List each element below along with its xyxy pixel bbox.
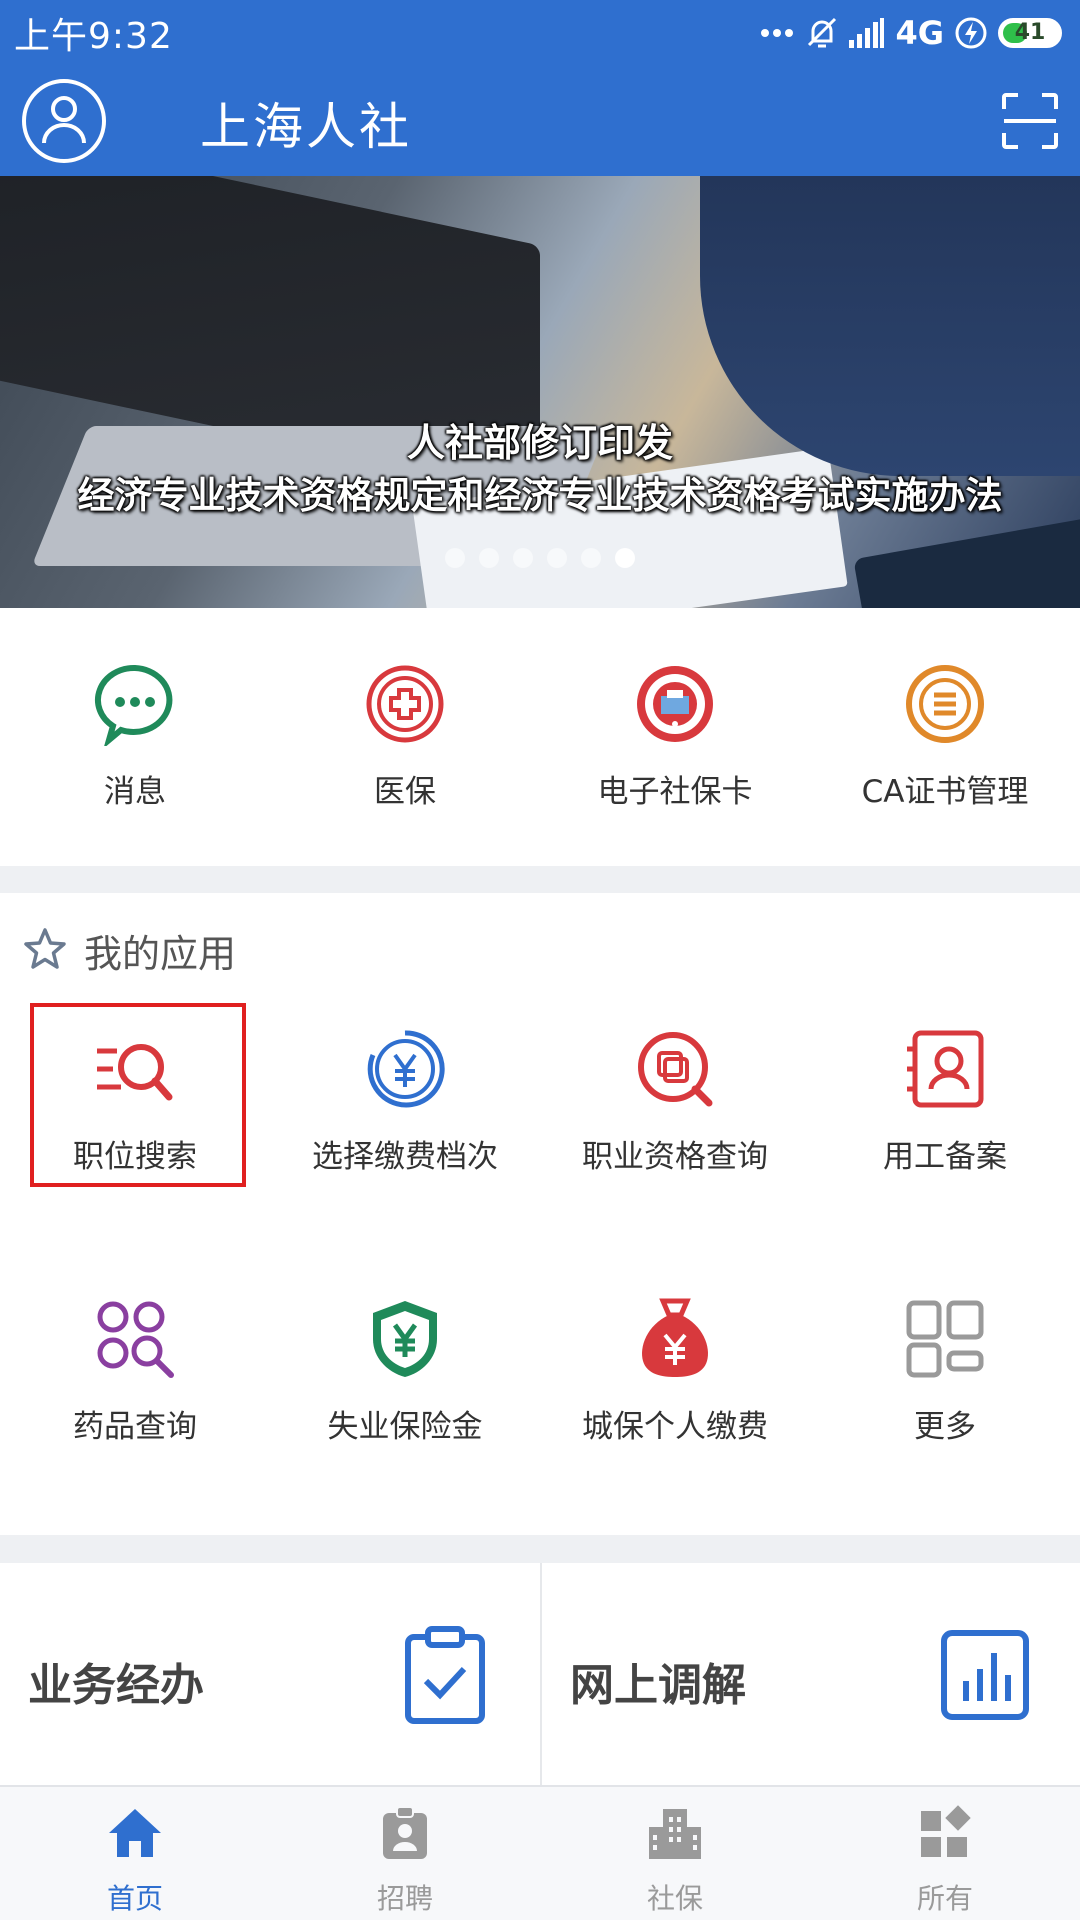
card-title: 业务经办 <box>28 1660 204 1711</box>
app-label: 选择缴费档次 <box>312 1139 498 1175</box>
tab-all[interactable]: 所有 <box>810 1787 1080 1920</box>
battery-level: 41 <box>1014 20 1046 45</box>
clipboard-check-icon <box>400 1625 490 1725</box>
app-header: 上海人社 <box>0 65 1080 176</box>
app-title: 上海人社 <box>200 98 412 156</box>
my-apps-title: 我的应用 <box>84 932 237 976</box>
quick-item-ca-certificate[interactable]: CA证书管理 <box>810 608 1080 866</box>
muted-bell-icon <box>805 15 839 51</box>
app-employment-record[interactable]: 用工备案 <box>810 1003 1080 1273</box>
app-label: 城保个人缴费 <box>582 1409 768 1445</box>
my-apps-section: 我的应用 职位搜索 选择缴费档次 职业资格查询 用工备案 药品查询 失业保险金 … <box>0 893 1080 1535</box>
tab-home[interactable]: 首页 <box>0 1787 270 1920</box>
app-more[interactable]: 更多 <box>810 1273 1080 1543</box>
app-label: 用工备案 <box>883 1139 1007 1175</box>
battery-indicator: 41 <box>998 17 1062 48</box>
more-dots-icon <box>759 27 795 39</box>
quick-item-label: CA证书管理 <box>861 774 1029 810</box>
app-label: 更多 <box>914 1409 976 1445</box>
app-job-search[interactable]: 职位搜索 <box>0 1003 270 1273</box>
quick-item-label: 电子社保卡 <box>597 774 753 810</box>
list-circle-icon <box>903 662 987 746</box>
tab-label: 招聘 <box>376 1882 433 1915</box>
tab-social-security[interactable]: 社保 <box>540 1787 810 1920</box>
user-icon <box>40 93 88 149</box>
certificate-search-icon <box>633 1027 717 1111</box>
tab-label: 首页 <box>106 1882 163 1915</box>
my-apps-grid: 职位搜索 选择缴费档次 职业资格查询 用工备案 药品查询 失业保险金 城保个人缴… <box>0 1003 1080 1543</box>
highlight-box <box>30 1003 246 1187</box>
service-cards: 业务经办 网上调解 <box>0 1563 1080 1785</box>
card-business-handling[interactable]: 业务经办 <box>0 1563 540 1785</box>
section-divider <box>0 866 1080 893</box>
app-label: 职业资格查询 <box>582 1139 768 1175</box>
quick-item-label: 消息 <box>104 774 166 810</box>
network-type: 4G <box>895 13 944 52</box>
app-personal-payment[interactable]: 城保个人缴费 <box>540 1273 810 1543</box>
section-divider <box>0 1535 1080 1563</box>
banner-dot[interactable] <box>581 548 601 568</box>
banner-dot[interactable] <box>445 548 465 568</box>
signal-icon <box>849 17 885 48</box>
home-icon <box>107 1805 163 1861</box>
yuan-shield-icon <box>363 1297 447 1381</box>
tab-label: 社保 <box>646 1882 703 1915</box>
yuan-circle-icon <box>363 1027 447 1111</box>
bar-chart-icon <box>940 1625 1030 1725</box>
my-apps-header: 我的应用 <box>22 923 236 978</box>
app-row: 药品查询 失业保险金 城保个人缴费 更多 <box>0 1273 1080 1543</box>
quick-item-social-security-card[interactable]: 电子社保卡 <box>540 608 810 866</box>
scan-button[interactable] <box>1002 93 1058 149</box>
quick-item-medical[interactable]: 医保 <box>270 608 540 866</box>
user-avatar-button[interactable] <box>22 79 106 163</box>
building-icon <box>647 1805 703 1861</box>
app-qualification-query[interactable]: 职业资格查询 <box>540 1003 810 1273</box>
tab-recruitment[interactable]: 招聘 <box>270 1787 540 1920</box>
app-label: 药品查询 <box>73 1409 197 1445</box>
badge-icon <box>377 1805 433 1861</box>
social-security-card-icon <box>633 662 717 746</box>
medical-cross-icon <box>363 662 447 746</box>
app-row: 职位搜索 选择缴费档次 职业资格查询 用工备案 <box>0 1003 1080 1273</box>
card-online-mediation[interactable]: 网上调解 <box>540 1563 1080 1785</box>
banner-pagination <box>0 548 1080 568</box>
status-icons: 4G 41 <box>759 14 1062 52</box>
bottom-tab-bar: 首页 招聘 社保 所有 <box>0 1785 1080 1920</box>
banner-dot-active[interactable] <box>615 548 635 568</box>
apps-icon <box>917 1805 973 1861</box>
charging-icon <box>954 16 988 50</box>
quick-services: 消息 医保 电子社保卡 CA证书管理 <box>0 608 1080 866</box>
quick-item-messages[interactable]: 消息 <box>0 608 270 866</box>
tab-label: 所有 <box>916 1882 973 1915</box>
money-bag-icon <box>633 1297 717 1381</box>
banner-dot[interactable] <box>479 548 499 568</box>
app-unemployment-insurance[interactable]: 失业保险金 <box>270 1273 540 1543</box>
card-title: 网上调解 <box>570 1660 746 1711</box>
quick-item-label: 医保 <box>374 774 436 810</box>
grid-more-icon <box>903 1297 987 1381</box>
status-bar: 上午9:32 4G 41 <box>0 0 1080 65</box>
banner-caption-line2: 经济专业技术资格规定和经济专业技术资格考试实施办法 <box>77 474 1003 517</box>
drug-search-icon <box>93 1297 177 1381</box>
app-drug-query[interactable]: 药品查询 <box>0 1273 270 1543</box>
app-contribution-level[interactable]: 选择缴费档次 <box>270 1003 540 1273</box>
app-label: 失业保险金 <box>327 1409 483 1445</box>
employment-record-icon <box>903 1027 987 1111</box>
star-icon <box>22 926 68 976</box>
scan-icon <box>1002 93 1058 153</box>
banner-dot[interactable] <box>547 548 567 568</box>
news-banner[interactable]: 人社部修订印发 经济专业技术资格规定和经济专业技术资格考试实施办法 <box>0 176 1080 608</box>
status-time: 上午9:32 <box>14 15 173 57</box>
banner-dot[interactable] <box>513 548 533 568</box>
banner-caption-line1: 人社部修订印发 <box>406 421 673 465</box>
chat-icon <box>93 662 177 749</box>
